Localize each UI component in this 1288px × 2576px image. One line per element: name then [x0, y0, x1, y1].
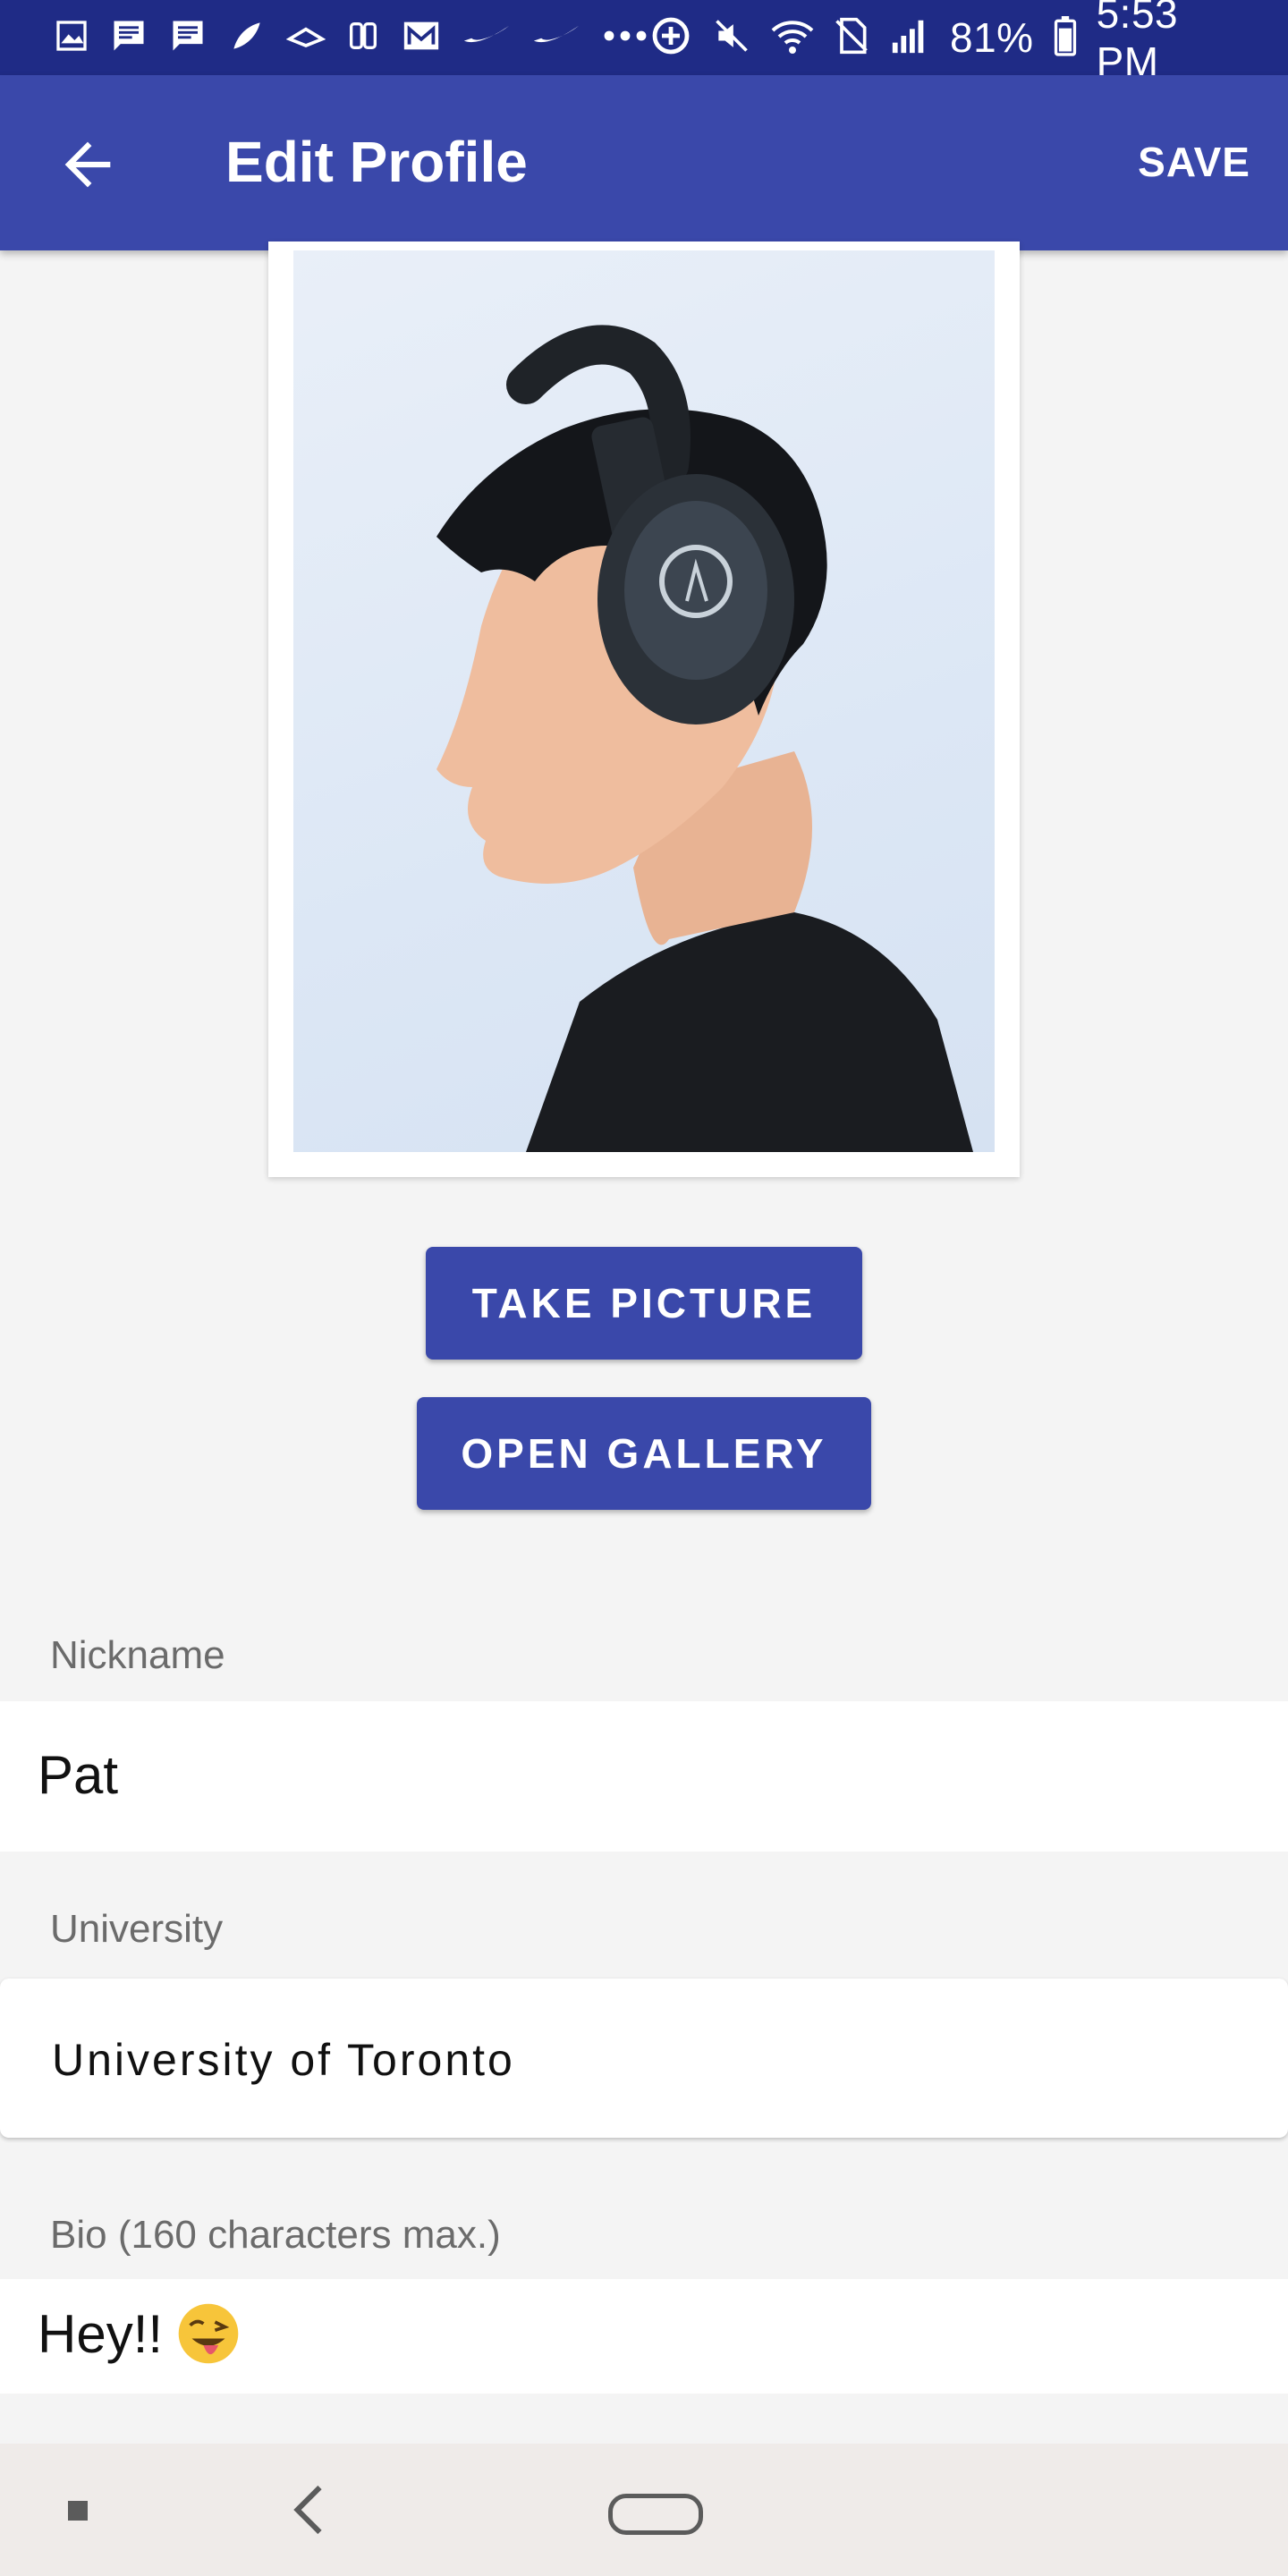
status-right: 81% 5:53 PM: [649, 0, 1252, 86]
bio-label: Bio (160 characters max.): [50, 2213, 501, 2257]
nav-back-icon[interactable]: [286, 2483, 331, 2537]
app-icon: [285, 16, 326, 60]
nickname-label: Nickname: [50, 1633, 225, 1677]
profile-photo-card: [268, 242, 1020, 1177]
bio-value: Hey!!: [38, 2303, 164, 2364]
status-bar: 81% 5:53 PM: [0, 0, 1288, 85]
app-icon: [345, 18, 381, 58]
signal-icon: [889, 18, 930, 58]
wifi-icon: [771, 16, 814, 60]
image-icon: [54, 18, 89, 58]
open-gallery-button[interactable]: OPEN GALLERY: [417, 1397, 871, 1510]
university-label: University: [50, 1907, 224, 1951]
message-icon: [109, 16, 148, 60]
winking-face-with-tongue-emoji-icon: [175, 2301, 242, 2367]
bio-field[interactable]: Hey!!: [0, 2279, 1288, 2394]
app-icon: [227, 16, 267, 60]
university-field[interactable]: University of Toronto: [0, 1979, 1288, 2138]
nickname-field[interactable]: Pat: [0, 1701, 1288, 1852]
battery-percent: 81%: [950, 14, 1034, 61]
mail-icon: [401, 15, 442, 61]
university-value: University of Toronto: [52, 2035, 515, 2085]
data-saver-icon: [649, 14, 692, 62]
message-icon: [168, 16, 208, 60]
nike-icon: [531, 22, 581, 54]
no-sim-icon: [834, 16, 869, 60]
take-picture-button[interactable]: TAKE PICTURE: [426, 1247, 862, 1360]
app-bar: Edit Profile SAVE: [0, 75, 1288, 250]
page-title: Edit Profile: [225, 130, 528, 194]
recents-button-icon[interactable]: [68, 2501, 88, 2521]
battery-icon: [1054, 15, 1077, 61]
bio-value-row: Hey!!: [38, 2301, 242, 2367]
more-dots-icon: [601, 27, 649, 49]
mute-icon: [712, 16, 751, 60]
nike-icon: [462, 22, 512, 54]
profile-photo[interactable]: [293, 250, 995, 1152]
back-button[interactable]: [54, 131, 122, 199]
save-button[interactable]: SAVE: [1138, 138, 1250, 186]
status-left-icons: [54, 15, 649, 61]
home-button-icon[interactable]: [608, 2494, 703, 2535]
arrow-back-icon: [54, 141, 122, 202]
nickname-value: Pat: [38, 1745, 119, 1805]
status-time: 5:53 PM: [1096, 0, 1179, 85]
navigation-bar: [0, 2444, 1288, 2576]
